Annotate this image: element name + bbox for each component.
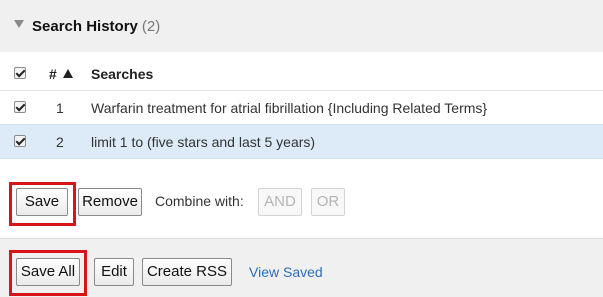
search-query: Warfarin treatment for atrial fibrillati…	[91, 100, 488, 116]
or-button[interactable]: OR	[311, 188, 345, 216]
table-row[interactable]: 1 Warfarin treatment for atrial fibrilla…	[0, 90, 603, 125]
sort-ascending-icon[interactable]	[62, 69, 73, 78]
combine-with-label: Combine with:	[155, 193, 244, 209]
row-checkbox[interactable]	[14, 135, 26, 147]
number-column-header[interactable]: #	[49, 66, 73, 82]
collapse-triangle-icon[interactable]	[14, 20, 24, 28]
save-button[interactable]: Save	[16, 188, 68, 216]
table-header-row: # Searches	[0, 57, 603, 91]
search-count: (2)	[141, 18, 161, 35]
save-all-button[interactable]: Save All	[16, 258, 80, 286]
row-number: 1	[56, 100, 64, 116]
search-history-header[interactable]: Search History (2)	[0, 0, 603, 52]
table-row-selected[interactable]: 2 limit 1 to (five stars and last 5 year…	[0, 124, 603, 159]
number-column-label: #	[49, 66, 57, 82]
edit-button[interactable]: Edit	[94, 258, 134, 286]
remove-button[interactable]: Remove	[78, 188, 142, 216]
create-rss-button[interactable]: Create RSS	[142, 258, 232, 286]
view-saved-link[interactable]: View Saved	[249, 264, 323, 280]
and-button[interactable]: AND	[258, 188, 302, 216]
search-query: limit 1 to (five stars and last 5 years)	[91, 134, 316, 150]
search-history-panel: Search History (2) # Searches 1 Warfarin …	[0, 0, 603, 297]
select-all-checkbox[interactable]	[14, 67, 26, 79]
panel-title: Search History (2)	[32, 18, 160, 35]
panel-title-text: Search History	[32, 18, 138, 35]
row-number: 2	[56, 134, 64, 150]
searches-column-header: Searches	[91, 66, 154, 82]
row-checkbox[interactable]	[14, 101, 26, 113]
